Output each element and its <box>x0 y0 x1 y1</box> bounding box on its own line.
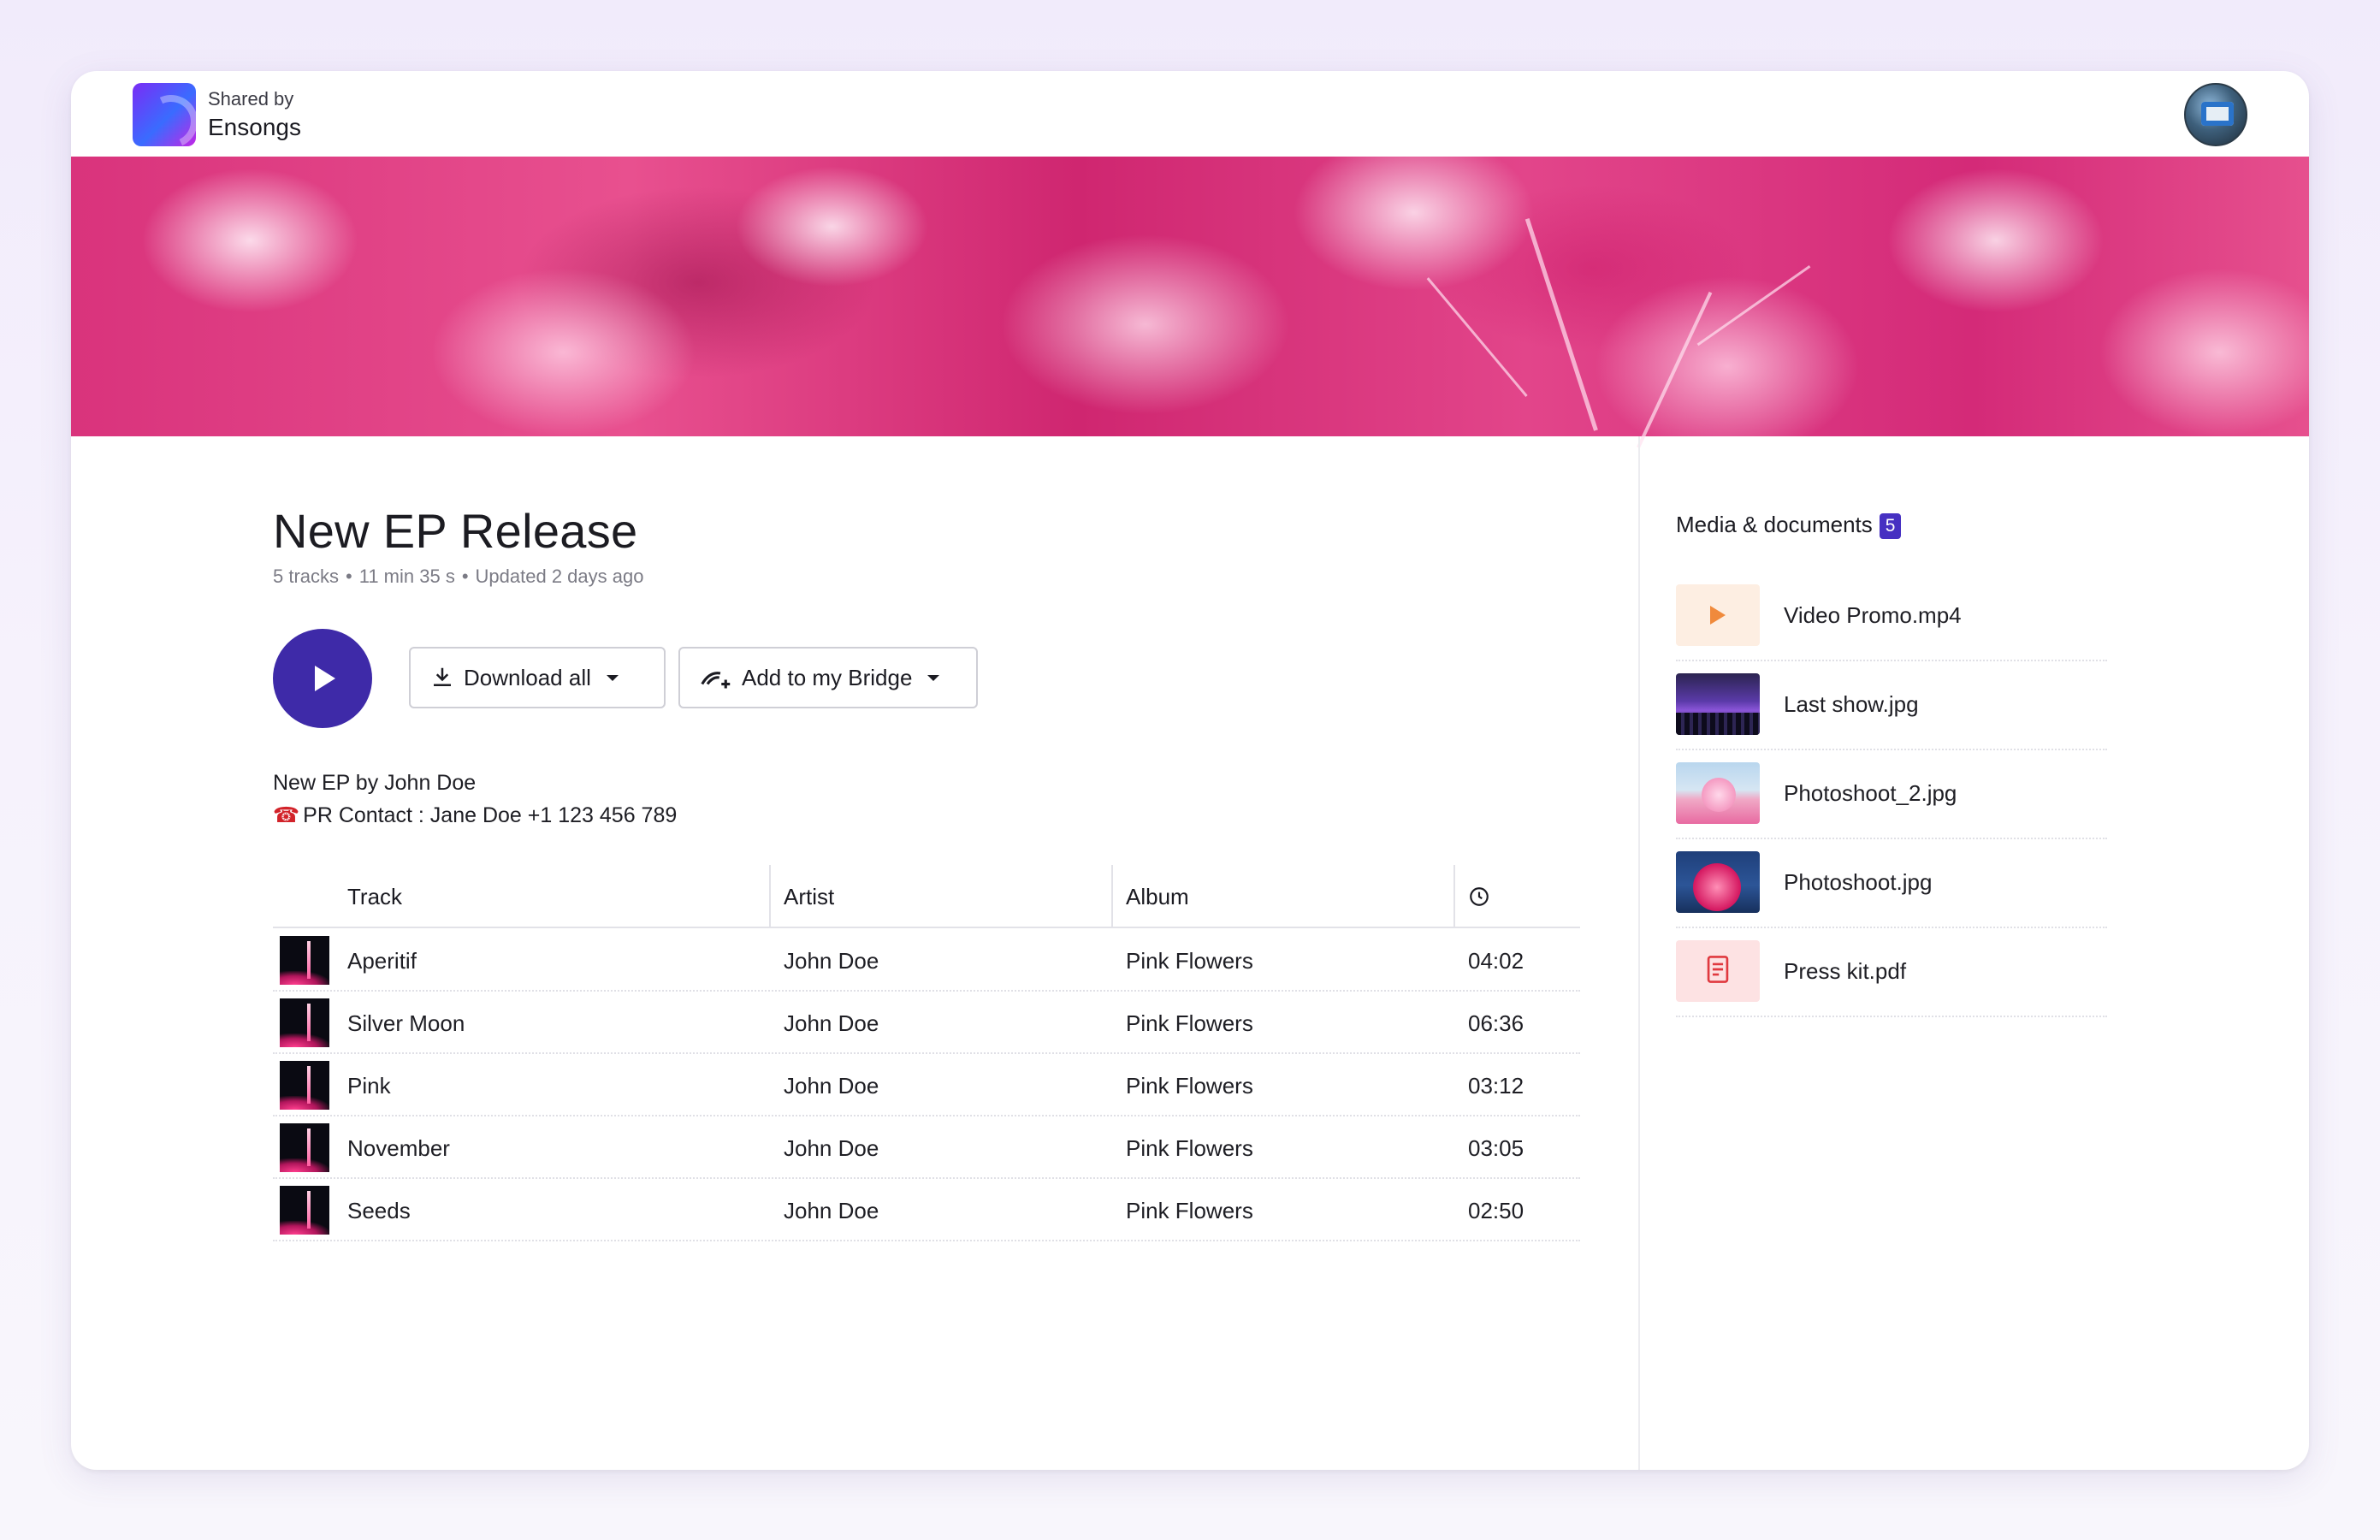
play-all-button[interactable] <box>273 629 372 728</box>
document-icon <box>1705 955 1731 988</box>
page-title: New EP Release <box>273 504 638 558</box>
cover-banner <box>71 157 2309 448</box>
media-file-name: Photoshoot_2.jpg <box>1784 780 1957 806</box>
track-title: Silver Moon <box>347 1010 465 1036</box>
download-all-label: Download all <box>464 664 591 690</box>
add-to-bridge-label: Add to my Bridge <box>742 664 913 690</box>
track-artist: John Doe <box>784 948 879 974</box>
pdf-thumbnail <box>1676 940 1760 1002</box>
track-album: Pink Flowers <box>1126 1010 1253 1036</box>
user-avatar[interactable] <box>2184 83 2247 146</box>
shared-by-label: Shared by <box>208 88 294 110</box>
track-title: November <box>347 1135 450 1161</box>
pr-contact-text: PR Contact : Jane Doe +1 123 456 789 <box>303 803 678 827</box>
image-thumbnail <box>1676 851 1760 913</box>
track-title: Seeds <box>347 1198 411 1223</box>
media-file-name: Video Promo.mp4 <box>1784 602 1962 628</box>
track-cover <box>280 936 329 985</box>
track-duration: 03:05 <box>1468 1135 1525 1161</box>
add-to-bridge-button[interactable]: Add to my Bridge <box>678 647 978 708</box>
release-description: New EP by John Doe ☎ PR Contact : Jane Do… <box>273 767 677 832</box>
total-duration: 11 min 35 s <box>358 566 455 587</box>
phone-icon: ☎ <box>273 803 300 827</box>
track-cover <box>280 998 329 1047</box>
pr-contact-line: ☎ PR Contact : Jane Doe +1 123 456 789 <box>273 799 677 832</box>
track-artist: John Doe <box>784 1135 879 1161</box>
media-file-name: Photoshoot.jpg <box>1784 869 1933 895</box>
play-icon <box>315 666 335 691</box>
media-file-name: Last show.jpg <box>1784 691 1919 717</box>
track-cover <box>280 1061 329 1110</box>
track-artist: John Doe <box>784 1198 879 1223</box>
bridge-icon <box>699 665 733 690</box>
track-title: Pink <box>347 1073 391 1099</box>
table-row[interactable]: Aperitif John Doe Pink Flowers 04:02 <box>273 929 1580 992</box>
image-thumbnail <box>1676 673 1760 735</box>
media-item[interactable]: Press kit.pdf <box>1676 928 2107 1017</box>
clock-icon[interactable] <box>1468 886 1490 914</box>
brand-logo <box>133 83 196 146</box>
updated-time: Updated 2 days ago <box>475 566 644 587</box>
column-track[interactable]: Track <box>347 884 402 910</box>
media-title-label: Media & documents <box>1676 512 1873 537</box>
media-item[interactable]: Video Promo.mp4 <box>1676 572 2107 661</box>
media-item[interactable]: Photoshoot_2.jpg <box>1676 750 2107 839</box>
top-bar: Shared by Ensongs <box>71 71 2309 157</box>
track-cover <box>280 1123 329 1172</box>
brand-name: Ensongs <box>208 114 301 140</box>
media-section-title: Media & documents 5 <box>1676 512 1902 539</box>
track-artist: John Doe <box>784 1073 879 1099</box>
table-row[interactable]: Pink John Doe Pink Flowers 03:12 <box>273 1054 1580 1116</box>
track-album: Pink Flowers <box>1126 1135 1253 1161</box>
column-album[interactable]: Album <box>1126 884 1189 910</box>
track-count: 5 tracks <box>273 566 340 587</box>
column-artist[interactable]: Artist <box>784 884 834 910</box>
track-table-header: Track Artist Album <box>273 865 1580 928</box>
download-icon <box>429 665 455 690</box>
table-row[interactable]: Seeds John Doe Pink Flowers 02:50 <box>273 1179 1580 1241</box>
track-title: Aperitif <box>347 948 417 974</box>
track-duration: 02:50 <box>1468 1198 1525 1223</box>
media-file-name: Press kit.pdf <box>1784 958 1907 984</box>
image-thumbnail <box>1676 762 1760 824</box>
release-meta: 5 tracks • 11 min 35 s • Updated 2 days ago <box>273 566 644 587</box>
chevron-down-icon <box>927 674 940 681</box>
media-count-badge: 5 <box>1879 513 1902 539</box>
track-duration: 04:02 <box>1468 948 1525 974</box>
track-duration: 03:12 <box>1468 1073 1525 1099</box>
track-album: Pink Flowers <box>1126 948 1253 974</box>
play-icon <box>1710 606 1726 625</box>
column-divider <box>1638 436 1640 1470</box>
chevron-down-icon <box>606 674 619 681</box>
description-line: New EP by John Doe <box>273 771 477 795</box>
media-item[interactable]: Last show.jpg <box>1676 661 2107 750</box>
track-album: Pink Flowers <box>1126 1198 1253 1223</box>
video-thumbnail <box>1676 584 1760 646</box>
download-all-button[interactable]: Download all <box>409 647 666 708</box>
track-duration: 06:36 <box>1468 1010 1525 1036</box>
table-row[interactable]: November John Doe Pink Flowers 03:05 <box>273 1116 1580 1179</box>
track-album: Pink Flowers <box>1126 1073 1253 1099</box>
track-artist: John Doe <box>784 1010 879 1036</box>
media-item[interactable]: Photoshoot.jpg <box>1676 839 2107 928</box>
track-cover <box>280 1186 329 1235</box>
table-row[interactable]: Silver Moon John Doe Pink Flowers 06:36 <box>273 992 1580 1054</box>
